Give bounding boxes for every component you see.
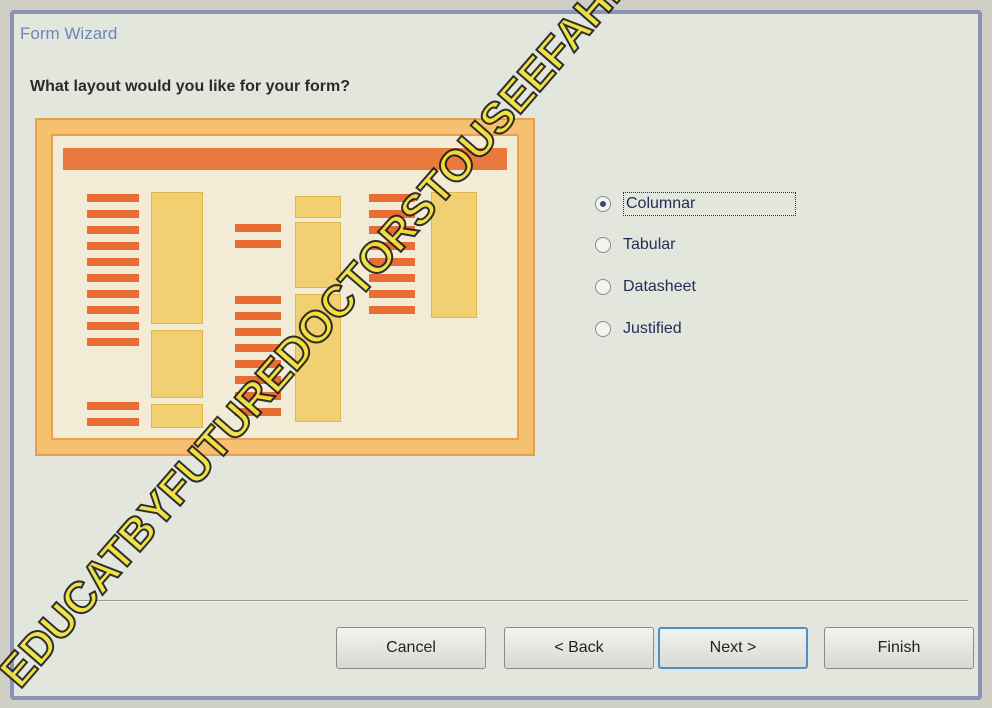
option-columnar[interactable]: Columnar [595, 192, 797, 216]
preview-label [369, 242, 415, 250]
preview-header-bar [63, 148, 507, 170]
preview-label [235, 376, 281, 384]
preview-label [87, 290, 139, 298]
radio-columnar[interactable] [595, 196, 611, 212]
preview-label [369, 290, 415, 298]
option-datasheet-label[interactable]: Datasheet [623, 278, 696, 296]
preview-label [235, 328, 281, 336]
preview-field [151, 192, 203, 324]
cancel-button[interactable]: Cancel [336, 627, 486, 669]
preview-label [87, 338, 139, 346]
preview-field [431, 192, 477, 318]
preview-field [151, 404, 203, 428]
preview-field [295, 222, 341, 288]
option-justified[interactable]: Justified [595, 320, 682, 338]
preview-label [87, 194, 139, 202]
preview-label [369, 226, 415, 234]
preview-label [87, 306, 139, 314]
radio-tabular[interactable] [595, 237, 611, 253]
option-columnar-label[interactable]: Columnar [623, 192, 797, 216]
preview-label [235, 240, 281, 248]
option-tabular-label[interactable]: Tabular [623, 236, 675, 254]
preview-label [87, 226, 139, 234]
radio-datasheet[interactable] [595, 279, 611, 295]
preview-label [369, 306, 415, 314]
preview-field [295, 196, 341, 218]
layout-preview [35, 118, 535, 456]
preview-label [235, 224, 281, 232]
preview-label [235, 392, 281, 400]
radio-selected-dot [600, 201, 606, 207]
window-title: Form Wizard [20, 24, 118, 43]
preview-form [51, 134, 519, 440]
radio-justified[interactable] [595, 321, 611, 337]
preview-label [369, 258, 415, 266]
preview-label [87, 402, 139, 410]
finish-button[interactable]: Finish [824, 627, 974, 669]
preview-field [151, 330, 203, 398]
option-datasheet[interactable]: Datasheet [595, 278, 696, 296]
separator-line [66, 600, 968, 601]
preview-label [87, 258, 139, 266]
preview-field [295, 294, 341, 422]
preview-label [87, 322, 139, 330]
preview-label [87, 274, 139, 282]
back-button[interactable]: < Back [504, 627, 654, 669]
preview-label [369, 210, 415, 218]
preview-label [87, 242, 139, 250]
layout-question: What layout would you like for your form… [30, 78, 351, 95]
preview-label [87, 418, 139, 426]
preview-label [87, 210, 139, 218]
next-button[interactable]: Next > [658, 627, 808, 669]
option-justified-label[interactable]: Justified [623, 320, 682, 338]
preview-label [369, 274, 415, 282]
preview-label [235, 344, 281, 352]
option-tabular[interactable]: Tabular [595, 236, 675, 254]
preview-label [235, 312, 281, 320]
preview-label [369, 194, 415, 202]
preview-label [235, 296, 281, 304]
preview-label [235, 408, 281, 416]
preview-label [235, 360, 281, 368]
